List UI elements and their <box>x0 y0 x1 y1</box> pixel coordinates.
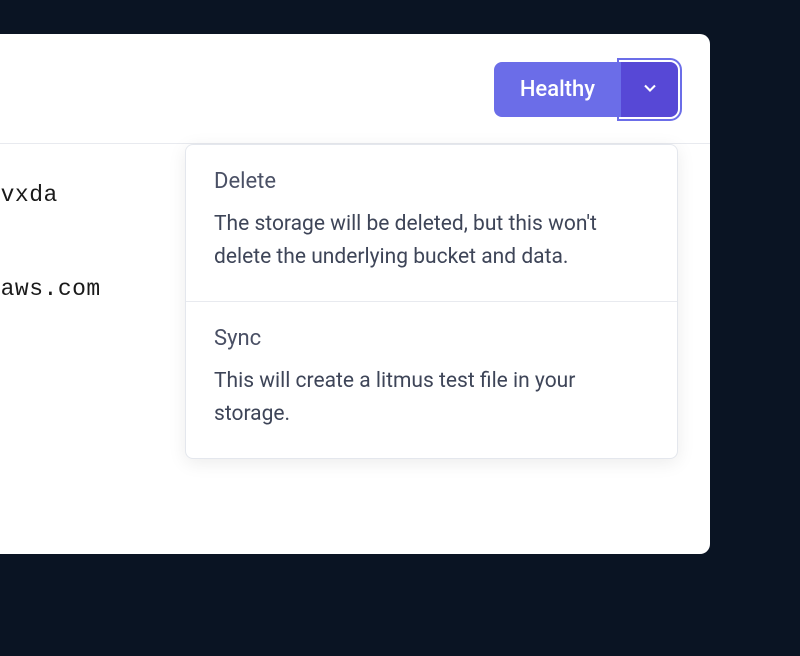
menu-item-sync[interactable]: Sync This will create a litmus test file… <box>186 301 677 458</box>
status-button[interactable]: Healthy <box>494 62 621 117</box>
menu-item-title: Sync <box>214 326 649 351</box>
chevron-down-icon <box>640 78 660 102</box>
menu-item-title: Delete <box>214 169 649 194</box>
card-body: cvvxda onaws.com Delete The storage will… <box>0 144 710 408</box>
dropdown-menu: Delete The storage will be deleted, but … <box>185 144 678 459</box>
menu-item-description: The storage will be deleted, but this wo… <box>214 208 649 273</box>
menu-item-delete[interactable]: Delete The storage will be deleted, but … <box>186 145 677 301</box>
storage-card: Healthy cvvxda onaws.com Delete The stor… <box>0 34 710 554</box>
card-header: Healthy <box>0 34 710 144</box>
status-label: Healthy <box>520 77 595 102</box>
dropdown-toggle[interactable] <box>621 62 678 117</box>
menu-item-description: This will create a litmus test file in y… <box>214 365 649 430</box>
